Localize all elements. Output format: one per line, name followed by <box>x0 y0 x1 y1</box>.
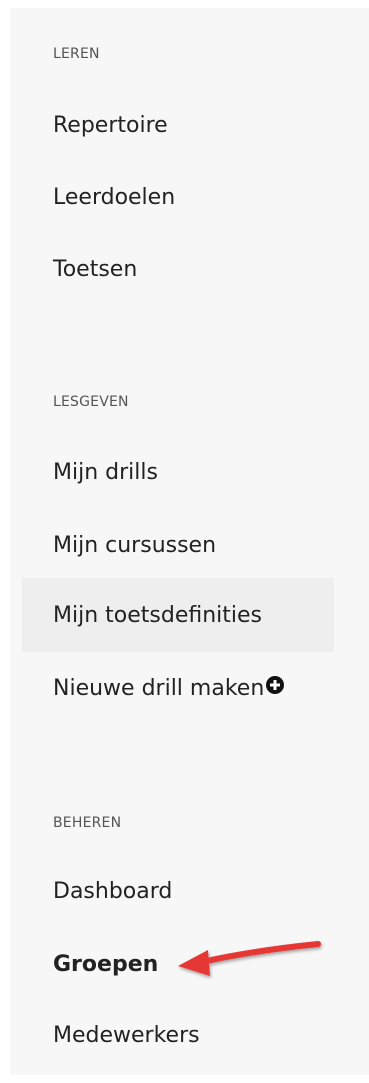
section-title-leren: LEREN <box>53 46 100 62</box>
section-title-beheren: BEHEREN <box>53 815 122 831</box>
red-arrow-icon <box>178 941 321 976</box>
nav-item-mijn-toetsdefinities[interactable]: Mijn toetsdefinities <box>22 578 334 652</box>
nav-item-label: Nieuwe drill maken <box>53 675 265 701</box>
nav-item-repertoire[interactable]: Repertoire <box>22 88 334 162</box>
nav-item-toetsen[interactable]: Toetsen <box>22 232 334 306</box>
nav-item-leerdoelen[interactable]: Leerdoelen <box>22 160 334 234</box>
sidebar-nav: LEREN Repertoire Leerdoelen Toetsen LESG… <box>10 8 369 1075</box>
nav-item-dashboard[interactable]: Dashboard <box>22 854 334 928</box>
nav-item-nieuwe-drill-maken[interactable]: Nieuwe drill maken <box>22 651 334 725</box>
plus-circle-icon[interactable] <box>265 675 285 695</box>
section-title-lesgeven: LESGEVEN <box>53 394 129 410</box>
nav-item-mijn-cursussen[interactable]: Mijn cursussen <box>22 508 334 582</box>
nav-item-mijn-drills[interactable]: Mijn drills <box>22 435 334 509</box>
nav-item-medewerkers[interactable]: Medewerkers <box>22 998 334 1072</box>
